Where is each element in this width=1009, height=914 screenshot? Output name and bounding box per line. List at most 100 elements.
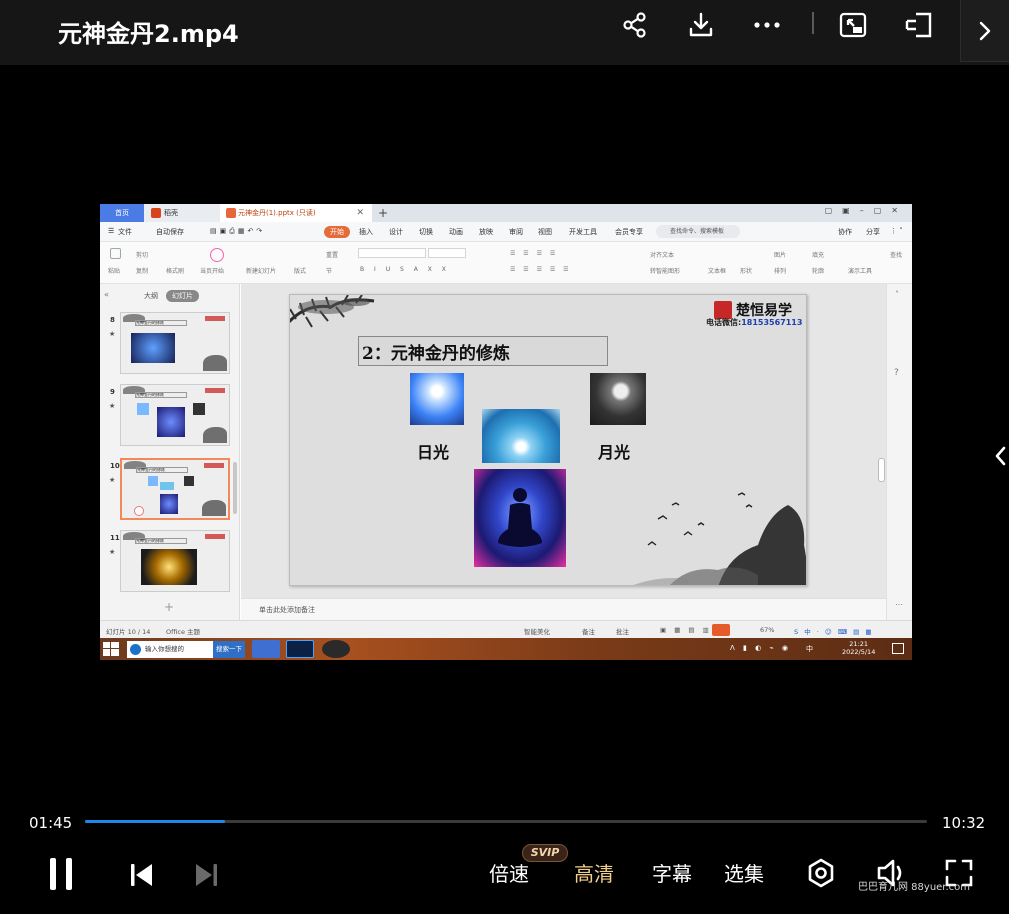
layout-button[interactable]: 版式 [294,266,306,275]
smart-beautify-button[interactable]: 智能美化 [524,626,550,636]
font-family-select[interactable] [358,248,426,258]
menu-file[interactable]: 文件 [118,227,132,237]
ime-toolbar-icons[interactable]: S 中 · ☺ ⌨ ▤ ▦ [794,626,874,636]
thumb-title: 元神金丹的修炼 [135,538,187,544]
share-doc-button[interactable]: 分享 [866,227,880,237]
tab-outline[interactable]: 大纲 [144,291,158,301]
collapse-panel-chevron-icon[interactable] [992,442,1008,470]
menu-item-insert[interactable]: 插入 [359,227,373,237]
list-icons[interactable]: ☰ ☰ ☰ ☰ [510,250,558,257]
share-icon[interactable] [618,8,652,42]
menu-item-member[interactable]: 会员专享 [615,227,643,237]
close-tab-icon[interactable]: ✕ [356,204,364,222]
format-painter-button[interactable]: 格式刷 [166,266,184,275]
smart-shape-button[interactable]: 转智能图形 [650,266,680,275]
chevron-right-icon[interactable] [960,0,1009,62]
pause-button[interactable] [44,854,78,894]
photoshop-app-icon[interactable] [286,640,314,658]
menu-item-view[interactable]: 视图 [538,227,552,237]
add-slide-button[interactable]: + [164,600,174,614]
new-tab-icon[interactable]: + [378,204,388,222]
previous-button[interactable] [126,860,156,890]
autosave-toggle[interactable]: 自动保存 [156,227,184,237]
notes-toggle[interactable]: 备注 [582,626,595,636]
fill-button[interactable]: 填充 [812,250,824,259]
command-search-input[interactable]: 查找命令、搜索模板 [656,225,740,238]
wps-app-icon[interactable] [252,640,280,658]
arrange-button[interactable]: 排列 [774,266,786,275]
find-button[interactable]: 查找 [890,250,902,259]
reset-button[interactable]: 重置 [326,250,338,259]
ribbon-more-icon[interactable]: ⋮ ˄ [890,227,903,235]
menu-item-transitions[interactable]: 切换 [419,227,433,237]
pip-icon[interactable] [836,8,870,42]
copy-button[interactable]: 复制 [136,266,148,275]
view-mode-icons[interactable]: ▣ ▦ ▤ ▥ [660,626,712,634]
paste-label[interactable]: 粘贴 [108,266,120,275]
cast-icon[interactable] [902,8,936,42]
font-style-icons[interactable]: B I U S A X X [360,266,450,273]
download-icon[interactable] [684,8,718,42]
comments-toggle[interactable]: 批注 [616,626,629,636]
image-button[interactable]: 图片 [774,250,786,259]
menu-item-review[interactable]: 审阅 [509,227,523,237]
animation-star-icon: ★ [109,548,116,556]
slide-thumbnail[interactable]: 元神金丹的修炼 [120,384,230,446]
tab-docer[interactable]: 稻壳 [144,204,220,222]
quick-access-icons[interactable]: ▤▣⎙▦↶↷ [210,227,265,236]
quality-button[interactable]: 高清 [574,858,614,887]
collab-button[interactable]: 协作 [838,227,852,237]
slide-thumbnail[interactable]: 元神金丹的修炼 [120,530,230,592]
tab-slides[interactable]: 幻灯片 [166,290,199,302]
font-size-select[interactable] [428,248,466,258]
notes-field[interactable]: 单击此处添加备注 [241,598,897,620]
shape-button[interactable]: 形状 [740,266,752,275]
align-text-button[interactable]: 对齐文本 [650,250,674,259]
menu-item-design[interactable]: 设计 [389,227,403,237]
play-current-button[interactable]: 当页开始 [200,266,224,275]
taskbar-search-button[interactable]: 搜索一下 [213,641,245,658]
menu-item-animation[interactable]: 动画 [449,227,463,237]
slideshow-play-icon[interactable] [712,624,730,636]
menu-item-developer[interactable]: 开发工具 [569,227,597,237]
progress-bar[interactable] [85,820,927,823]
align-icons[interactable]: ☰ ☰ ☰ ☰ ☰ [510,266,572,273]
panel-scrollbar[interactable] [233,462,237,514]
play-current-icon[interactable] [210,248,224,262]
slide-thumbnail-selected[interactable]: 元神金丹的修炼 [120,458,230,520]
more-icon[interactable] [750,8,784,42]
ime-indicator[interactable]: 中 [806,644,813,654]
system-tray-icons[interactable]: ᐱ ▮ ◐ ⌁ ◉ [730,644,791,652]
settings-button[interactable] [804,856,838,890]
slide-thumbnail[interactable]: 元神金丹的修炼 [120,312,230,374]
rail-collapse-icon[interactable]: ˄ [895,290,899,299]
play-slide-icon[interactable] [134,506,144,516]
canvas-scrollbar[interactable] [878,458,885,482]
episodes-button[interactable]: 选集 [724,858,764,887]
zoom-level[interactable]: 67% [760,626,774,634]
rail-more-icon[interactable]: ⋯ [895,600,903,609]
present-tools-button[interactable]: 演示工具 [848,266,872,275]
tab-document[interactable]: 元神金丹(1).pptx (只读) ✕ [220,204,372,222]
outline-button[interactable]: 轮廓 [812,266,824,275]
taskbar-search-input[interactable]: 输入你想搜的 [127,641,213,658]
tab-home[interactable]: 首页 [100,204,144,222]
cut-button[interactable]: 剪切 [136,250,148,259]
next-button[interactable] [192,860,222,890]
paste-icon[interactable] [110,248,121,259]
subtitles-button[interactable]: 字幕 [652,858,692,887]
video-frame[interactable]: 首页 稻壳 元神金丹(1).pptx (只读) ✕ + ▢▣–▢✕ ☰ 文件 自… [100,204,912,660]
windows-start-icon[interactable] [102,641,120,657]
obs-app-icon[interactable] [322,640,350,658]
speed-button[interactable]: 倍速 [489,858,529,887]
section-button[interactable]: 节 [326,266,332,275]
menu-icon[interactable]: ☰ [108,227,114,235]
current-slide[interactable]: 楚恒易学 电话微信:18153567113 2：元神金丹的修炼 日光 月光 [289,294,807,586]
menu-item-home[interactable]: 开始 [324,226,350,238]
menu-item-slideshow[interactable]: 放映 [479,227,493,237]
help-icon[interactable]: ? [894,368,899,378]
new-slide-button[interactable]: 新建幻灯片 [246,266,276,275]
window-controls-icon[interactable]: ▢▣–▢✕ [825,206,908,215]
notification-icon[interactable] [892,643,904,654]
textbox-button[interactable]: 文本框 [708,266,726,275]
